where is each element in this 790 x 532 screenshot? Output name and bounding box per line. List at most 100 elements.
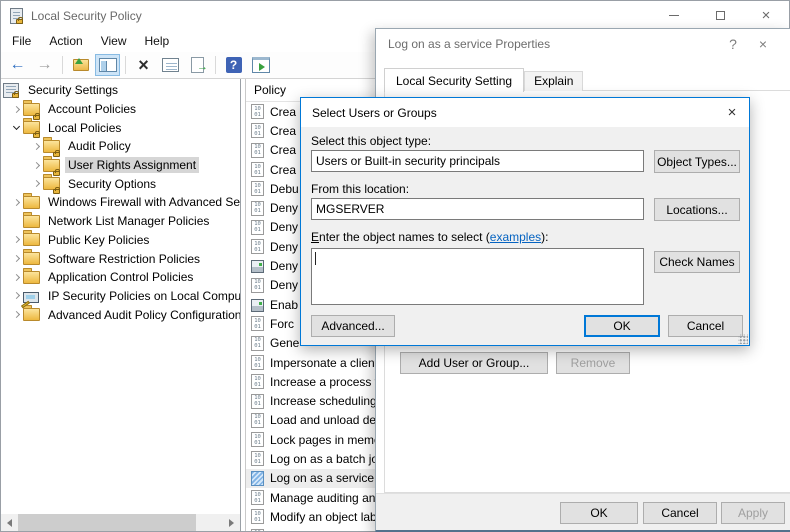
- window-title: Local Security Policy: [31, 8, 142, 23]
- scroll-left-arrow[interactable]: [1, 514, 18, 531]
- menu-help[interactable]: Help: [136, 32, 179, 50]
- tree-horizontal-scrollbar[interactable]: [1, 514, 240, 531]
- menu-file[interactable]: File: [3, 32, 40, 50]
- policy-item-label: Impersonate a client: [270, 355, 379, 370]
- select-cancel-button[interactable]: Cancel: [668, 315, 743, 337]
- tree-item[interactable]: Advanced Audit Policy Configuration: [1, 305, 240, 324]
- tree-item[interactable]: Software Restriction Policies: [1, 249, 240, 268]
- policy-item-label: Modify f: [270, 529, 312, 531]
- policy-icon: [251, 219, 264, 235]
- security-policy-app-icon: [10, 7, 23, 24]
- policy-icon: [251, 200, 264, 216]
- policy-item-label: Crea: [270, 123, 297, 138]
- tree-item[interactable]: Account Policies: [1, 99, 240, 120]
- tree-expander[interactable]: [9, 311, 23, 319]
- object-types-button[interactable]: Object Types...: [654, 150, 740, 173]
- lock-overlay-icon: [53, 168, 60, 176]
- tree-item[interactable]: User Rights Assignment: [1, 155, 240, 176]
- properties-icon[interactable]: [158, 54, 183, 76]
- tab-explain[interactable]: Explain: [524, 71, 584, 91]
- tree-expander[interactable]: [9, 123, 23, 131]
- tree-item-label: Application Control Policies: [48, 270, 194, 285]
- computer-key-icon: [20, 291, 39, 309]
- tree-item-label: Account Policies: [48, 102, 137, 117]
- locations-button[interactable]: Locations...: [654, 198, 740, 221]
- scrollbar-thumb[interactable]: [18, 514, 196, 531]
- back-icon[interactable]: [5, 54, 30, 76]
- delete-icon[interactable]: [131, 54, 156, 76]
- tree-item[interactable]: Network List Manager Policies: [1, 211, 240, 231]
- export-list-icon[interactable]: [185, 54, 210, 76]
- policy-icon: [251, 181, 264, 197]
- remove-button[interactable]: Remove: [556, 352, 630, 374]
- lock-overlay-icon: [33, 112, 40, 120]
- examples-link[interactable]: examples: [490, 230, 541, 244]
- console-tree-pane: Security Settings Account Policies Local…: [1, 79, 241, 531]
- check-names-button[interactable]: Check Names: [654, 251, 740, 273]
- right-triangle-icon: [229, 518, 234, 527]
- policy-icon: [251, 142, 264, 158]
- policy-icon: [251, 374, 264, 390]
- folder-lock-icon: [23, 118, 40, 139]
- help-icon[interactable]: [221, 54, 246, 76]
- tree-item[interactable]: Public Key Policies: [1, 230, 240, 250]
- tree-item-label: User Rights Assignment: [65, 157, 200, 174]
- tree-item-label: Advanced Audit Policy Configuration: [48, 307, 240, 322]
- object-names-label: Enter the object names to select (exampl…: [311, 230, 548, 244]
- close-button[interactable]: ×: [743, 1, 789, 30]
- tree-item[interactable]: Security Settings: [1, 81, 240, 100]
- forward-icon[interactable]: [32, 54, 57, 76]
- tree-expander[interactable]: [29, 142, 43, 150]
- secroot-icon: [3, 83, 19, 99]
- resize-grip[interactable]: [738, 334, 748, 344]
- menu-action[interactable]: Action: [40, 32, 91, 50]
- up-one-level-icon[interactable]: [68, 54, 93, 76]
- tree-item[interactable]: Local Policies: [1, 118, 240, 139]
- policy-icon: [251, 412, 264, 428]
- server-icon: [251, 260, 264, 274]
- policy-selected-icon: [251, 470, 264, 486]
- maximize-button[interactable]: [697, 1, 743, 30]
- server-icon: [251, 298, 264, 312]
- tree-expander[interactable]: [9, 198, 23, 207]
- policy-icon: [251, 239, 264, 255]
- dialog-close-button[interactable]: ×: [748, 29, 778, 59]
- folder-icon: [23, 230, 40, 249]
- tree-expander[interactable]: [9, 273, 23, 281]
- menu-view[interactable]: View: [92, 32, 136, 50]
- tree-expander[interactable]: [29, 180, 43, 188]
- tree-expander[interactable]: [9, 236, 23, 244]
- tree-item[interactable]: Application Control Policies: [1, 267, 240, 287]
- add-user-or-group-button[interactable]: Add User or Group...: [400, 352, 548, 374]
- show-console-tree-icon[interactable]: [95, 54, 120, 76]
- lock-overlay-icon: [16, 16, 23, 24]
- properties-cancel-button[interactable]: Cancel: [643, 502, 717, 524]
- scroll-right-arrow[interactable]: [223, 514, 240, 531]
- tree-expander[interactable]: [9, 292, 23, 300]
- policy-item-label: Crea: [270, 143, 297, 158]
- object-type-field[interactable]: Users or Built-in security principals: [311, 150, 644, 172]
- dialog-help-button[interactable]: ?: [718, 29, 748, 59]
- select-dialog-close-button[interactable]: ×: [715, 98, 749, 127]
- folder-lock-icon: [43, 174, 60, 195]
- tree-item[interactable]: Windows Firewall with Advanced Secu: [1, 192, 240, 212]
- minimize-button[interactable]: [651, 1, 697, 30]
- properties-apply-button[interactable]: Apply: [721, 502, 785, 524]
- tree-item[interactable]: IP Security Policies on Local Compute: [1, 287, 240, 309]
- properties-ok-button[interactable]: OK: [560, 502, 638, 524]
- policy-icon: [251, 528, 264, 531]
- object-names-input[interactable]: [311, 248, 644, 305]
- tab-local-security-setting[interactable]: Local Security Setting: [384, 68, 525, 92]
- from-location-field[interactable]: MGSERVER: [311, 198, 644, 220]
- tree-expander[interactable]: [9, 254, 23, 263]
- tree-item[interactable]: Security Options: [1, 174, 240, 195]
- tree-expander[interactable]: [29, 161, 43, 169]
- tree-expander[interactable]: [9, 105, 23, 113]
- tree-item[interactable]: Audit Policy: [1, 136, 240, 157]
- select-ok-button[interactable]: OK: [584, 315, 660, 337]
- advanced-button[interactable]: Advanced...: [311, 315, 395, 337]
- tree-item-label: Audit Policy: [68, 139, 131, 154]
- new-window-icon[interactable]: [248, 54, 273, 76]
- lock-overlay-icon: [53, 187, 60, 195]
- toolbar-separator: [125, 56, 126, 74]
